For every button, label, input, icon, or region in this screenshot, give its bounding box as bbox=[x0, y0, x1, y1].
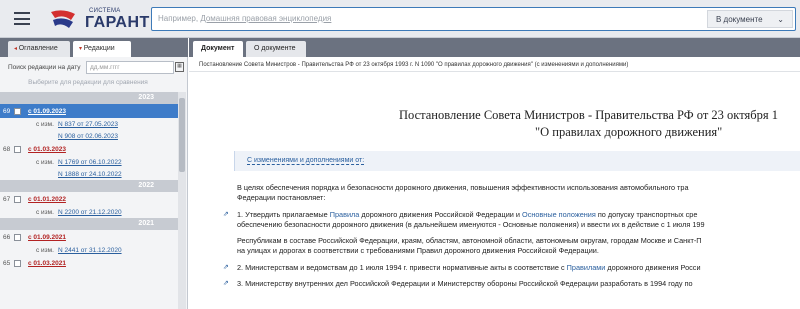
paragraph: В целях обеспечения порядка и безопаснос… bbox=[237, 183, 689, 192]
edition-item[interactable]: 68 с 01.03.2023 bbox=[0, 142, 178, 156]
paragraph: обеспечению безопасности дорожного движе… bbox=[237, 220, 705, 229]
search-scope-select[interactable]: В документе ⌄ bbox=[707, 10, 793, 28]
paragraph: 1. Утвердить прилагаемые Правила дорожно… bbox=[237, 210, 698, 219]
year-header: 2021 bbox=[0, 218, 178, 230]
menu-icon[interactable] bbox=[14, 12, 30, 25]
rules-link[interactable]: Правила bbox=[330, 210, 360, 219]
date-search: Поиск редакции на дату дд.мм.гггг ▦ bbox=[0, 59, 188, 76]
tab-editions[interactable]: ▾ Редакции bbox=[73, 41, 131, 57]
date-field[interactable]: дд.мм.гггг bbox=[86, 61, 174, 74]
change-link[interactable]: N 908 от 02.06.2023 bbox=[58, 133, 118, 140]
edition-item[interactable]: 65 с 01.03.2021 bbox=[0, 256, 178, 270]
edition-change: с изм. N 837 от 27.05.2023 bbox=[36, 121, 118, 128]
edition-checkbox[interactable] bbox=[14, 146, 21, 153]
paragraph: Республикам в составе Российской Федерац… bbox=[237, 236, 702, 245]
calendar-icon[interactable]: ▦ bbox=[175, 62, 184, 72]
edition-change: с изм. N 1769 от 06.10.2022 bbox=[36, 159, 122, 166]
document-tabbar: Документ О документе bbox=[189, 38, 800, 57]
compare-hint: Выберите для редакции для сравнения bbox=[28, 79, 148, 86]
left-panel: ◂ Оглавление ▾ Редакции Поиск редакции н… bbox=[0, 38, 188, 309]
change-link[interactable]: N 1769 от 06.10.2022 bbox=[58, 159, 122, 166]
change-link[interactable]: N 2200 от 21.12.2020 bbox=[58, 209, 122, 216]
document-subtitle: "О правилах дорожного движения" bbox=[535, 125, 723, 139]
search-placeholder: Например, Домашняя правовая энциклопедия bbox=[158, 14, 332, 23]
paragraph: 2. Министерствам и ведомствам до 1 июля … bbox=[237, 263, 701, 272]
tab-document[interactable]: Документ bbox=[193, 41, 243, 57]
pin-icon[interactable]: ⇗ bbox=[223, 210, 229, 218]
search-input[interactable]: Например, Домашняя правовая энциклопедия… bbox=[151, 7, 796, 31]
changes-link[interactable]: С изменениями и дополнениями от: bbox=[247, 157, 365, 165]
garant-logo[interactable]: СИСТЕМА ГАРАНТ bbox=[49, 6, 149, 32]
tab-contents[interactable]: ◂ Оглавление bbox=[8, 41, 70, 57]
edition-item[interactable]: 66 с 01.09.2021 bbox=[0, 230, 178, 244]
edition-item[interactable]: 69 с 01.09.2023 bbox=[0, 104, 178, 118]
pin-icon[interactable]: ⇗ bbox=[223, 279, 229, 287]
garant-logo-icon bbox=[51, 10, 75, 28]
paragraph: Федерации постановляет: bbox=[237, 193, 326, 202]
year-header: 2022 bbox=[0, 180, 178, 192]
top-bar: СИСТЕМА ГАРАНТ Например, Домашняя правов… bbox=[0, 0, 800, 38]
rules-link[interactable]: Правилами bbox=[567, 263, 606, 272]
change-link[interactable]: N 837 от 27.05.2023 bbox=[58, 121, 118, 128]
editions-list: 2023 69 с 01.09.2023 с изм. N 837 от 27.05… bbox=[0, 92, 178, 270]
logo-big-text: ГАРАНТ bbox=[85, 14, 150, 31]
edition-checkbox[interactable] bbox=[14, 108, 21, 115]
tab-about-document[interactable]: О документе bbox=[246, 41, 306, 57]
paragraph: на улицах и дорогах в соответствии с тре… bbox=[237, 246, 599, 255]
scrollbar-thumb[interactable] bbox=[179, 98, 185, 172]
edition-change: N 908 от 02.06.2023 bbox=[0, 130, 178, 142]
change-link[interactable]: N 1888 от 24.10.2022 bbox=[58, 171, 122, 178]
change-link[interactable]: N 2441 от 31.12.2020 bbox=[58, 247, 122, 254]
document-body: Постановление Совета Министров - Правите… bbox=[189, 73, 800, 309]
edition-change: с изм. N 2441 от 31.12.2020 bbox=[36, 247, 122, 254]
edition-checkbox[interactable] bbox=[14, 234, 21, 241]
edition-checkbox[interactable] bbox=[14, 196, 21, 203]
basic-provisions-link[interactable]: Основные положения bbox=[522, 210, 596, 219]
breadcrumb: Постановление Совета Министров - Правите… bbox=[189, 59, 800, 72]
pin-icon[interactable]: ⇗ bbox=[223, 263, 229, 271]
chevron-down-icon: ⌄ bbox=[777, 15, 784, 24]
left-tabbar: ◂ Оглавление ▾ Редакции bbox=[0, 38, 188, 57]
edition-checkbox[interactable] bbox=[14, 260, 21, 267]
changes-bar: С изменениями и дополнениями от: bbox=[234, 151, 800, 171]
edition-item[interactable]: 67 с 01.01.2022 bbox=[0, 192, 178, 206]
editions-scrollbar[interactable] bbox=[178, 92, 186, 309]
date-search-label: Поиск редакции на дату bbox=[8, 64, 81, 71]
edition-change: с изм. N 2200 от 21.12.2020 bbox=[36, 209, 122, 216]
year-header: 2023 bbox=[0, 92, 178, 104]
document-panel: Документ О документе Постановление Совет… bbox=[189, 38, 800, 309]
edition-change: N 1888 от 24.10.2022 bbox=[0, 168, 178, 180]
paragraph: 3. Министерству внутренних дел Российско… bbox=[237, 279, 693, 288]
document-title: Постановление Совета Министров - Правите… bbox=[399, 108, 778, 122]
